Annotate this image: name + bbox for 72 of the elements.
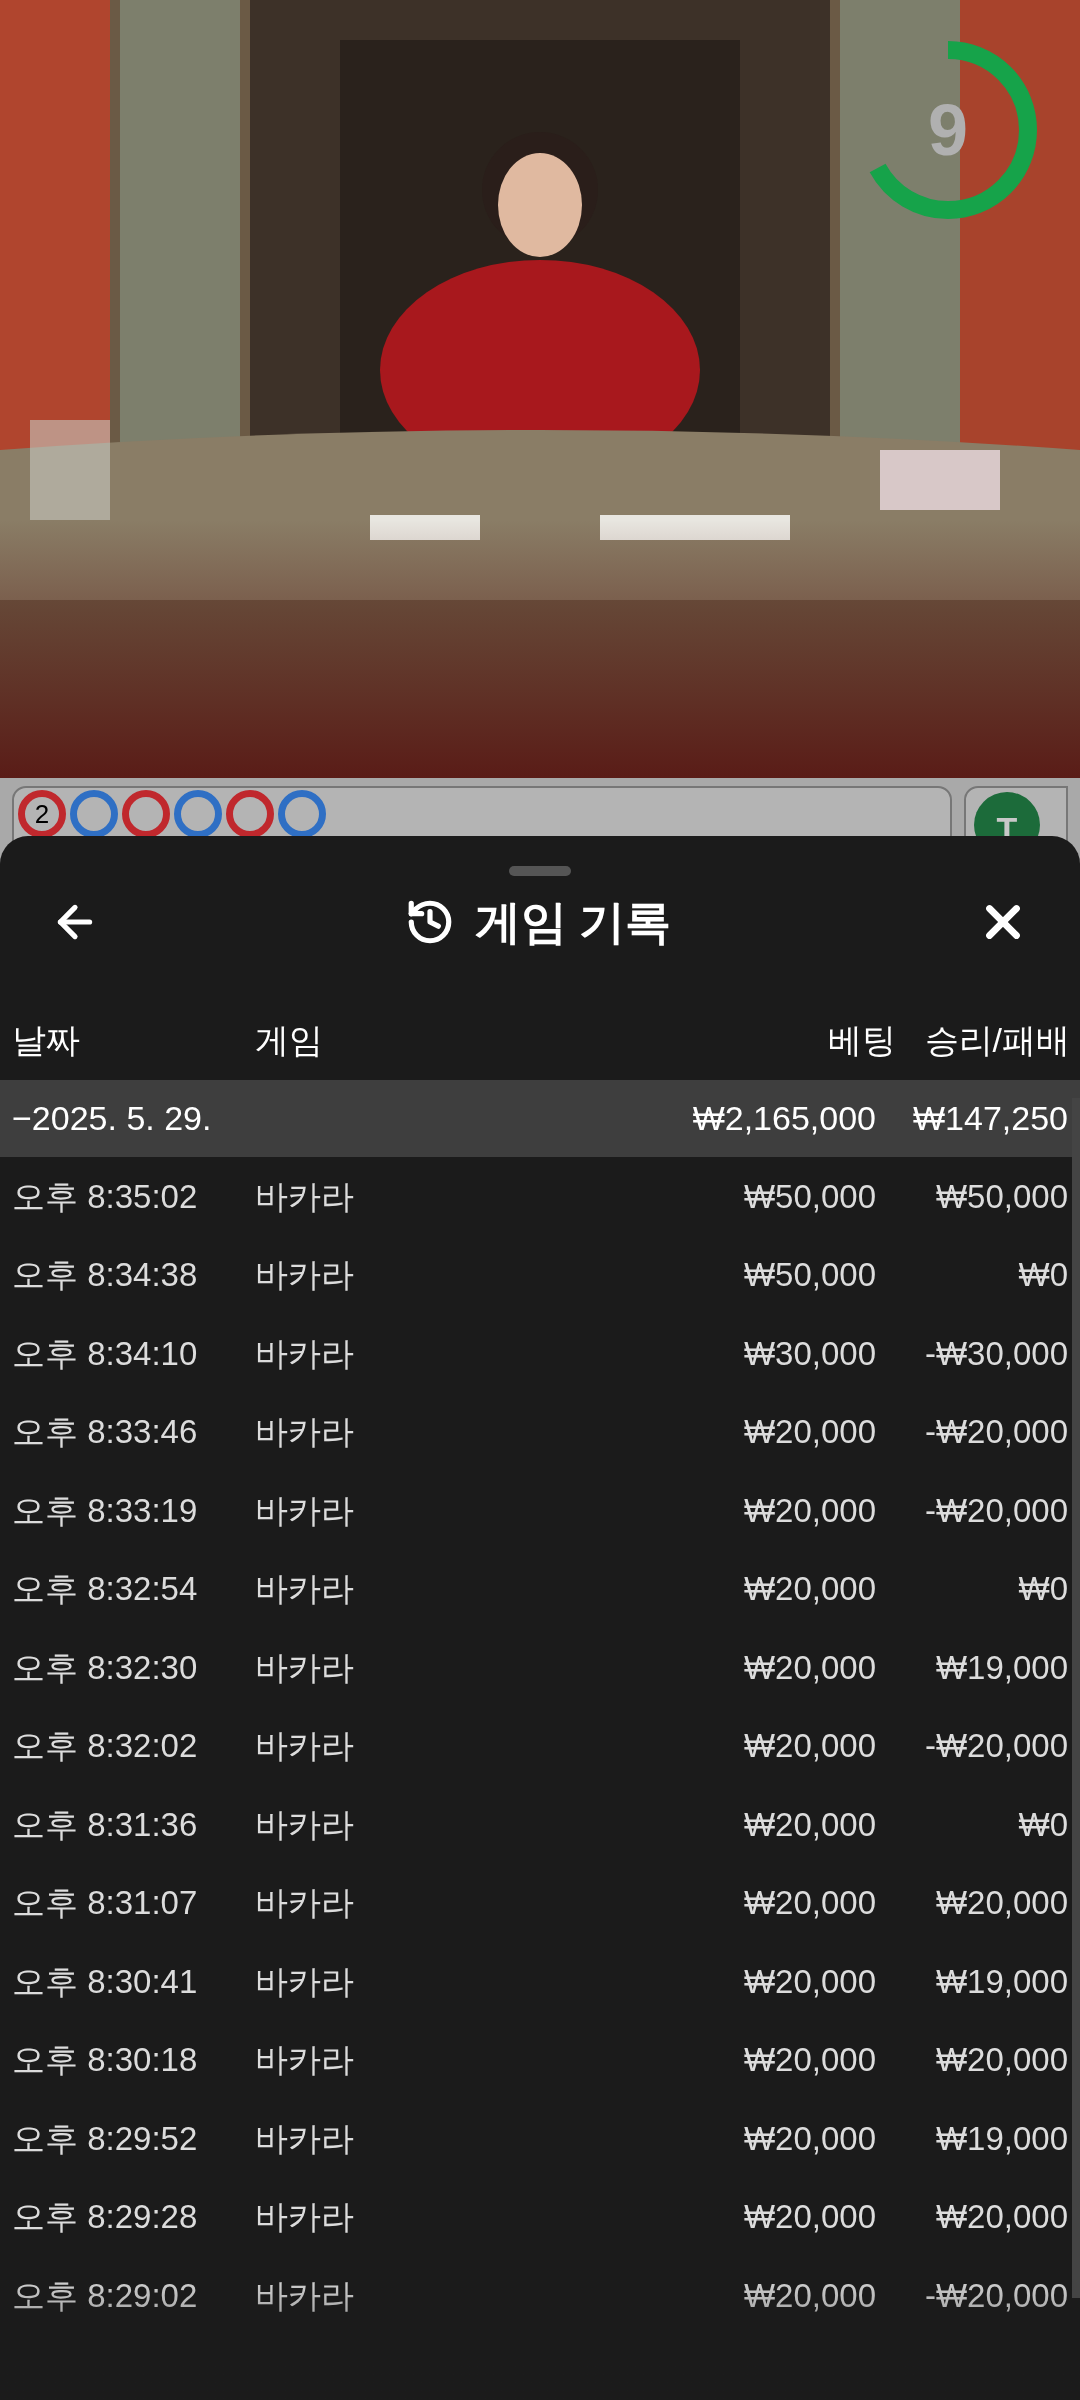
date-summary-row[interactable]: −2025. 5. 29. ₩2,165,000 ₩147,250 xyxy=(0,1080,1080,1157)
tie-count: 2 xyxy=(34,801,50,827)
game-cell-text: 바카라 xyxy=(255,1490,355,1531)
result-cell-text: ₩19,000 xyxy=(934,2118,1069,2159)
scrollbar[interactable] xyxy=(1072,1098,1080,2298)
game-cell-text: 바카라 xyxy=(255,1961,355,2002)
bet-cell-text: ₩20,000 xyxy=(743,1961,877,2002)
time-cell-text: 오후 8:32:02 xyxy=(11,1726,199,1766)
column-header: 날짜 xyxy=(11,1020,81,1061)
result-cell-text: -₩20,000 xyxy=(923,1490,1069,1531)
result-cell-text: ₩0 xyxy=(1017,1804,1069,1845)
result-cell-text: ₩50,000 xyxy=(934,1176,1069,1217)
bet-cell-text: ₩20,000 xyxy=(743,1412,877,1452)
game-cell-text: 바카라 xyxy=(255,1569,355,1609)
game-cell-text: 바카라 xyxy=(255,1176,355,1217)
time-cell-text: 오후 8:30:41 xyxy=(11,1961,199,2002)
bet-cell-text: ₩20,000 xyxy=(743,2040,877,2080)
result-cell-text: -₩20,000 xyxy=(923,1726,1069,1766)
result-cell-text: -₩30,000 xyxy=(923,1333,1069,1374)
column-header: 승리/패배 xyxy=(923,1020,1071,1061)
bet-cell-text: ₩20,000 xyxy=(743,1490,877,1531)
result-cell-text: ₩19,000 xyxy=(934,1961,1069,2002)
drag-handle[interactable] xyxy=(509,866,571,876)
game-cell-text: 바카라 xyxy=(255,2040,355,2080)
result-cell-text: -₩20,000 xyxy=(923,2275,1069,2316)
time-cell-text: 오후 8:35:02 xyxy=(11,1176,199,1217)
result-cell-text: ₩20,000 xyxy=(934,2197,1069,2237)
bet-cell-text: ₩20,000 xyxy=(743,2118,877,2159)
bet-cell-text: ₩20,000 xyxy=(743,2197,877,2237)
bet-cell-text: ₩20,000 xyxy=(743,1883,877,1923)
bet-cell-text: ₩20,000 xyxy=(743,2275,877,2316)
time-cell-text: 오후 8:33:46 xyxy=(11,1412,199,1452)
total-result: ₩147,250 xyxy=(912,1098,1069,1139)
bet-cell-text: ₩20,000 xyxy=(743,1726,877,1766)
game-cell-text: 바카라 xyxy=(255,1255,355,1295)
result-cell-text: -₩20,000 xyxy=(923,1412,1069,1452)
total-bet: ₩2,165,000 xyxy=(692,1098,877,1139)
result-cell-text: ₩0 xyxy=(1017,1569,1069,1609)
bet-cell-text: ₩20,000 xyxy=(743,1804,877,1845)
game-cell-text: 바카라 xyxy=(255,2197,355,2237)
time-cell-text: 오후 8:32:54 xyxy=(11,1569,199,1609)
time-cell-text: 오후 8:29:02 xyxy=(11,2275,199,2316)
time-cell-text: 오후 8:31:07 xyxy=(11,1883,199,1923)
time-cell-text: 오후 8:29:52 xyxy=(11,2118,199,2159)
bet-cell-text: ₩20,000 xyxy=(743,1647,877,1688)
game-cell-text: 바카라 xyxy=(255,1647,355,1688)
sheet-title: 게임 기록 xyxy=(474,894,672,950)
date-text: −2025. 5. 29. xyxy=(11,1098,213,1139)
time-cell-text: 오후 8:30:18 xyxy=(11,2040,199,2080)
game-cell-text: 바카라 xyxy=(255,2275,355,2316)
column-header: 게임 xyxy=(255,1020,324,1061)
game-cell-text: 바카라 xyxy=(255,1333,355,1374)
game-cell-text: 바카라 xyxy=(255,1883,355,1923)
time-cell-text: 오후 8:31:36 xyxy=(11,1804,199,1845)
game-cell-text: 바카라 xyxy=(255,1804,355,1845)
game-cell-text: 바카라 xyxy=(255,2118,355,2159)
time-cell-text: 오후 8:29:28 xyxy=(11,2197,199,2237)
column-header: 베팅 xyxy=(828,1020,897,1061)
time-cell-text: 오후 8:33:19 xyxy=(11,1490,199,1531)
time-cell-text: 오후 8:34:38 xyxy=(11,1255,199,1295)
time-cell-text: 오후 8:32:30 xyxy=(11,1647,199,1688)
game-cell-text: 바카라 xyxy=(255,1726,355,1766)
result-cell-text: ₩19,000 xyxy=(934,1647,1069,1688)
bet-cell-text: ₩50,000 xyxy=(743,1255,877,1295)
result-cell-text: ₩20,000 xyxy=(934,1883,1069,1923)
bet-cell-text: ₩20,000 xyxy=(743,1569,877,1609)
bet-cell-text: ₩30,000 xyxy=(743,1333,877,1374)
bet-cell-text: ₩50,000 xyxy=(743,1176,877,1217)
game-cell-text: 바카라 xyxy=(255,1412,355,1452)
result-cell-text: ₩0 xyxy=(1017,1255,1069,1295)
time-cell-text: 오후 8:34:10 xyxy=(11,1333,199,1374)
result-cell-text: ₩20,000 xyxy=(934,2040,1069,2080)
